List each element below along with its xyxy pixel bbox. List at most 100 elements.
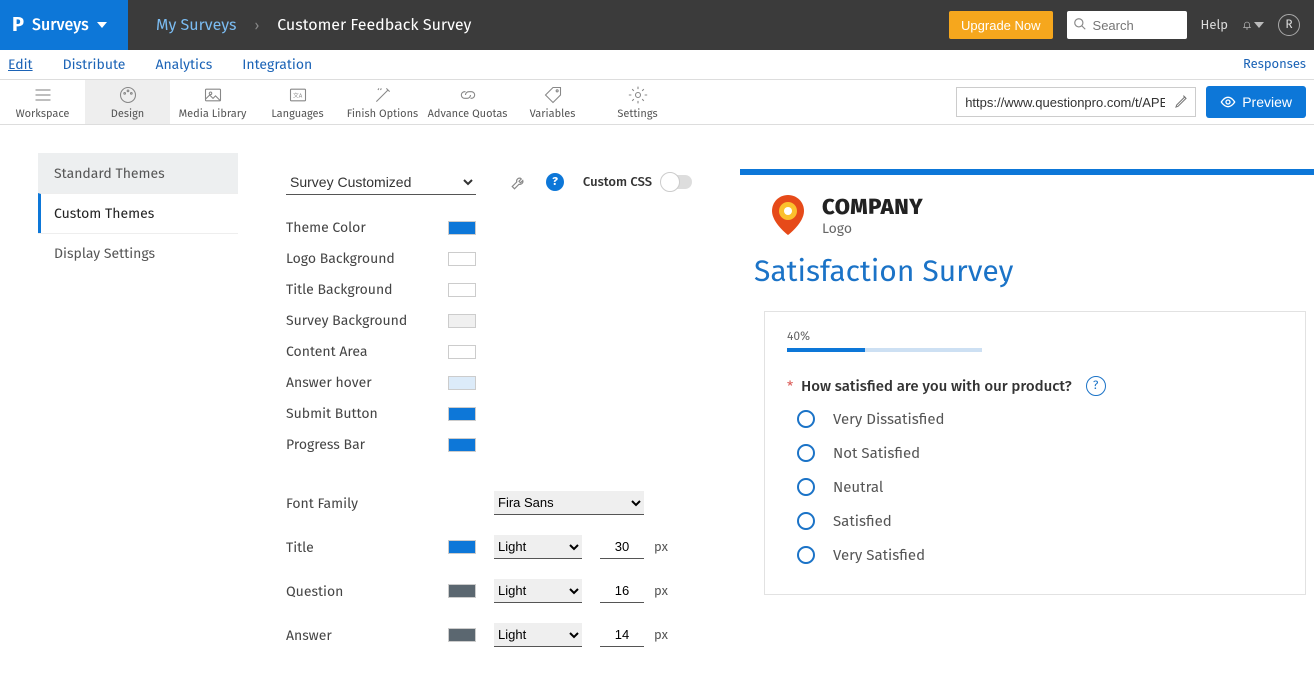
avatar[interactable]: R — [1278, 14, 1300, 36]
tab-integration[interactable]: Integration — [242, 56, 312, 73]
wand-icon — [372, 85, 394, 105]
swatch-answer-hover[interactable] — [448, 376, 476, 390]
caret-down-icon — [97, 22, 107, 28]
link-icon — [457, 85, 479, 105]
svg-text:文A: 文A — [293, 91, 303, 99]
preview-logo-area: COMPANY Logo — [740, 175, 1314, 249]
answer-option[interactable]: Satisfied — [797, 512, 1283, 530]
tool-label: Variables — [530, 107, 576, 120]
answer-label: Satisfied — [833, 512, 892, 530]
theme-select[interactable]: Survey Customized — [286, 169, 476, 195]
tool-settings[interactable]: Settings — [595, 80, 680, 124]
tab-responses[interactable]: Responses — [1243, 57, 1306, 72]
palette-icon — [117, 85, 139, 105]
brand-logo: P — [12, 13, 24, 37]
question-help-icon[interactable]: ? — [1086, 376, 1106, 396]
tool-label: Media Library — [179, 107, 247, 120]
search-icon — [1073, 17, 1087, 31]
swatch-theme-color[interactable] — [448, 221, 476, 235]
preview-survey-title: Satisfaction Survey — [740, 249, 1314, 311]
tool-label: Advance Quotas — [428, 107, 508, 120]
tool-label: Finish Options — [347, 107, 418, 120]
question-text: How satisfied are you with our product? — [801, 377, 1071, 395]
answer-option[interactable]: Neutral — [797, 478, 1283, 496]
swatch-survey-bg[interactable] — [448, 314, 476, 328]
tool-label: Settings — [617, 107, 657, 120]
required-star: * — [787, 378, 793, 395]
breadcrumb-title: Customer Feedback Survey — [277, 16, 471, 35]
answer-option[interactable]: Very Satisfied — [797, 546, 1283, 564]
notifications-button[interactable] — [1242, 14, 1264, 36]
answer-option[interactable]: Not Satisfied — [797, 444, 1283, 462]
tool-languages[interactable]: 文A Languages — [255, 80, 340, 124]
swatch-question-color[interactable] — [448, 584, 476, 598]
surveys-dropdown[interactable]: P Surveys — [0, 0, 128, 50]
tool-design[interactable]: Design — [85, 80, 170, 124]
breadcrumb: My Surveys › Customer Feedback Survey — [128, 0, 471, 50]
tool-label: Design — [111, 107, 144, 120]
tab-custom-themes[interactable]: Custom Themes — [38, 193, 238, 233]
title-size-input[interactable] — [600, 535, 644, 559]
swatch-title-bg[interactable] — [448, 283, 476, 297]
tab-edit[interactable]: Edit — [8, 56, 33, 73]
swatch-content-area[interactable] — [448, 345, 476, 359]
label-survey-bg: Survey Background — [286, 312, 448, 329]
answer-label: Very Satisfied — [833, 546, 925, 564]
swatch-answer-color[interactable] — [448, 628, 476, 642]
help-link[interactable]: Help — [1201, 18, 1228, 33]
tab-analytics[interactable]: Analytics — [155, 56, 212, 73]
tool-workspace[interactable]: Workspace — [0, 80, 85, 124]
title-weight-select[interactable]: Light — [494, 535, 582, 559]
label-font-family: Font Family — [286, 495, 448, 512]
question-weight-select[interactable]: Light — [494, 579, 582, 603]
label-title-typo: Title — [286, 539, 448, 556]
workspace-icon — [32, 85, 54, 105]
help-icon[interactable]: ? — [546, 173, 564, 191]
radio-icon — [797, 546, 815, 564]
label-content-area: Content Area — [286, 343, 448, 360]
progress-percent: 40% — [787, 330, 1283, 344]
font-family-select[interactable]: Fira Sans — [494, 491, 644, 515]
tool-advance-quotas[interactable]: Advance Quotas — [425, 80, 510, 124]
label-submit-button: Submit Button — [286, 405, 448, 422]
main-area: Standard Themes Custom Themes Display Se… — [0, 125, 1314, 687]
unit-label: px — [654, 584, 668, 599]
answer-weight-select[interactable]: Light — [494, 623, 582, 647]
tool-media-library[interactable]: Media Library — [170, 80, 255, 124]
preview-button[interactable]: Preview — [1206, 86, 1306, 118]
design-side-tabs: Standard Themes Custom Themes Display Se… — [38, 153, 238, 687]
pencil-icon[interactable] — [1174, 93, 1190, 109]
breadcrumb-root[interactable]: My Surveys — [156, 16, 236, 35]
label-question-typo: Question — [286, 583, 448, 600]
answer-size-input[interactable] — [600, 623, 644, 647]
toolbar: Workspace Design Media Library 文A Langua… — [0, 80, 1314, 125]
answer-label: Neutral — [833, 478, 883, 496]
question-size-input[interactable] — [600, 579, 644, 603]
radio-icon — [797, 512, 815, 530]
tool-finish-options[interactable]: Finish Options — [340, 80, 425, 124]
upgrade-button[interactable]: Upgrade Now — [949, 11, 1053, 39]
tab-display-settings[interactable]: Display Settings — [38, 233, 238, 273]
eye-icon — [1220, 94, 1236, 110]
custom-css-toggle[interactable] — [662, 175, 692, 189]
subnav: Edit Distribute Analytics Integration Re… — [0, 50, 1314, 80]
answer-option[interactable]: Very Dissatisfied — [797, 410, 1283, 428]
answer-label: Very Dissatisfied — [833, 410, 944, 428]
unit-label: px — [654, 628, 668, 643]
swatch-logo-bg[interactable] — [448, 252, 476, 266]
wrench-icon[interactable] — [510, 173, 528, 191]
swatch-progress-bar[interactable] — [448, 438, 476, 452]
custom-css-label: Custom CSS — [583, 175, 652, 190]
tool-label: Workspace — [16, 107, 70, 120]
swatch-submit-button[interactable] — [448, 407, 476, 421]
tab-distribute[interactable]: Distribute — [63, 56, 126, 73]
swatch-title-color[interactable] — [448, 540, 476, 554]
label-answer-typo: Answer — [286, 627, 448, 644]
bell-icon — [1242, 16, 1252, 34]
label-progress-bar: Progress Bar — [286, 436, 448, 453]
tab-standard-themes[interactable]: Standard Themes — [38, 153, 238, 193]
tool-variables[interactable]: Variables — [510, 80, 595, 124]
radio-icon — [797, 478, 815, 496]
preview-button-label: Preview — [1242, 94, 1292, 110]
survey-url-input[interactable] — [956, 87, 1196, 117]
